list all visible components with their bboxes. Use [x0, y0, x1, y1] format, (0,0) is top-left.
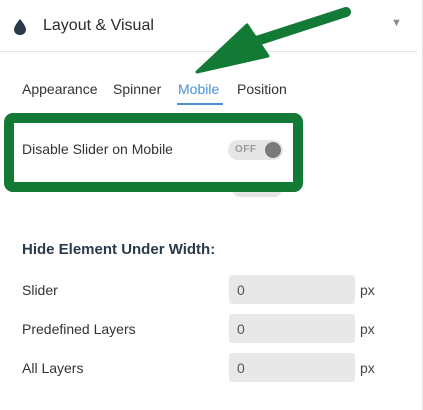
caret-down-icon[interactable]: ▼ — [391, 17, 402, 29]
predefined-layers-width-row: Predefined Layers px — [22, 314, 392, 344]
settings-panel: Layout & Visual ▼ Appearance Spinner Mob… — [0, 0, 423, 410]
panel-title: Layout & Visual — [43, 17, 154, 34]
tab-spinner[interactable]: Spinner — [113, 81, 161, 97]
slider-width-label: Slider — [22, 282, 58, 298]
all-layers-width-unit: px — [360, 360, 375, 376]
active-tab-indicator — [177, 103, 223, 105]
annotation-highlight-box — [4, 113, 303, 192]
tab-position[interactable]: Position — [237, 81, 287, 97]
all-layers-width-row: All Layers px — [22, 353, 392, 383]
slider-width-unit: px — [360, 282, 375, 298]
annotation-arrow — [195, 7, 351, 74]
all-layers-width-input[interactable] — [229, 353, 355, 382]
predefined-layers-width-input[interactable] — [229, 314, 355, 343]
hide-element-section-title: Hide Element Under Width: — [22, 241, 216, 258]
predefined-layers-width-label: Predefined Layers — [22, 321, 136, 337]
all-layers-width-label: All Layers — [22, 360, 84, 376]
tab-appearance[interactable]: Appearance — [22, 81, 98, 97]
slider-width-input[interactable] — [229, 275, 355, 304]
panel-header[interactable]: Layout & Visual ▼ — [0, 0, 417, 52]
tab-mobile[interactable]: Mobile — [178, 81, 219, 97]
slider-width-row: Slider px — [22, 275, 392, 305]
drop-icon — [14, 19, 26, 35]
predefined-layers-width-unit: px — [360, 321, 375, 337]
